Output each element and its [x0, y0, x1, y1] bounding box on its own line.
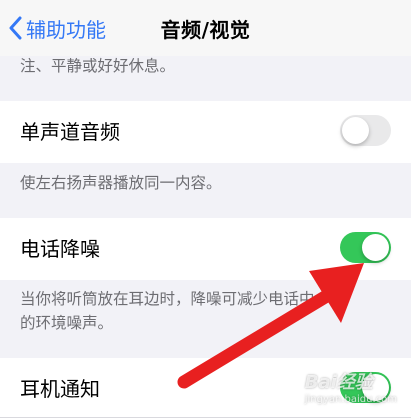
- mono-audio-row: 单声道音频: [0, 101, 411, 163]
- mono-audio-toggle[interactable]: [340, 115, 391, 146]
- phone-noise-cancellation-label: 电话降噪: [20, 237, 100, 261]
- mono-audio-label: 单声道音频: [20, 120, 120, 144]
- phone-noise-cancellation-footer: 当你将听筒放在耳边时，降噪可减少电话中 的环境噪声。: [20, 287, 395, 335]
- mono-audio-footer: 使左右扬声器播放同一内容。: [20, 174, 222, 192]
- phone-noise-cancellation-row: 电话降噪: [0, 218, 411, 280]
- baidu-watermark: Bai经验 jingyan.baidu.com: [305, 368, 397, 405]
- navigation-bar: 辅助功能 音频/视觉: [0, 0, 411, 56]
- watermark-url: jingyan.baidu.com: [304, 394, 397, 405]
- footer-line-2: 的环境噪声。: [20, 314, 114, 332]
- toggle-knob: [362, 234, 389, 261]
- toggle-knob: [342, 117, 369, 144]
- phone-noise-cancellation-toggle[interactable]: [340, 232, 391, 263]
- watermark-logo: Bai经验: [304, 372, 373, 393]
- section-footer-text: 注、平静或好好休息。: [20, 57, 176, 75]
- footer-line-1: 当你将听筒放在耳边时，降噪可减少电话中: [20, 290, 315, 308]
- page-title: 音频/视觉: [160, 18, 251, 42]
- headphone-notification-label: 耳机通知: [20, 377, 100, 401]
